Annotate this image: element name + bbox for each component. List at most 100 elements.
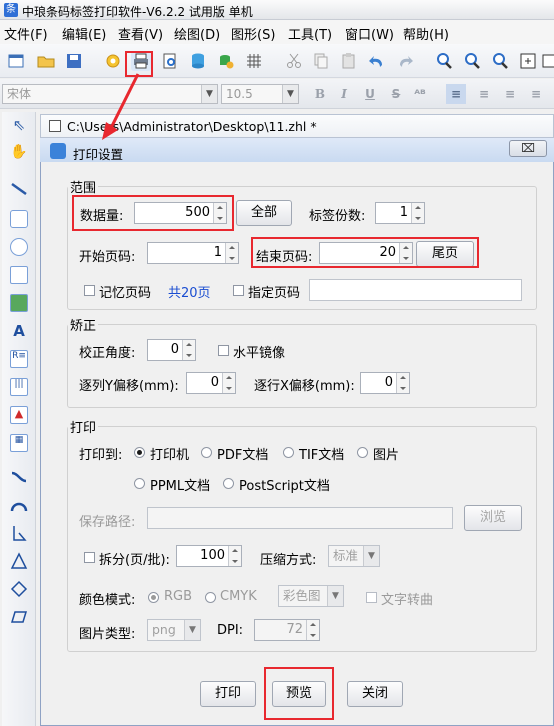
diamond-tool-icon[interactable] [10,580,28,598]
menu-shape[interactable]: 图形(S) [231,24,275,43]
close-button[interactable]: 关闭 [347,681,403,707]
polyline-tool-icon[interactable] [10,524,28,542]
arc-tool-icon[interactable] [10,496,28,514]
text-tool-icon[interactable]: A [10,322,28,340]
start-page-label: 开始页码: [79,250,136,265]
specify-page-checkbox[interactable] [233,285,244,296]
parallelogram-tool-icon[interactable] [10,608,28,626]
save-path-input[interactable] [147,507,453,529]
menu-file[interactable]: 文件(F) [4,24,48,43]
triangle-tool-icon[interactable] [10,552,28,570]
copy-icon[interactable] [311,51,331,71]
image-tool-icon[interactable] [10,294,28,312]
align-left-icon[interactable]: ≡ [446,84,466,104]
menubar: 文件(F) 编辑(E) 查看(V) 绘图(D) 图形(S) 工具(T) 窗口(W… [0,20,554,44]
polygon-tool-icon[interactable] [10,266,28,284]
target-printer-radio[interactable] [134,447,145,458]
app-logo-icon: 条 [4,3,18,17]
col-y-offset-label: 逐列Y偏移(mm): [79,379,179,394]
copies-spinner[interactable]: 1 [375,202,425,224]
menu-window[interactable]: 窗口(W) [345,24,394,43]
image-type-select[interactable]: png ▼ [147,619,201,641]
italic-button[interactable]: I [334,84,354,104]
paste-icon[interactable] [339,51,359,71]
cut-icon[interactable] [284,51,304,71]
menu-draw[interactable]: 绘图(D) [174,24,220,43]
menu-help[interactable]: 帮助(H) [403,24,449,43]
dpi-label: DPI: [217,623,244,638]
close-icon[interactable]: ⌧ [509,140,547,157]
image-type-label: 图片类型: [79,627,136,642]
target-postscript-radio[interactable] [223,478,234,489]
color-profile-select[interactable]: 彩色图 ▼ [278,585,344,607]
text-curve-checkbox[interactable] [366,592,377,603]
grid-icon[interactable] [244,51,264,71]
target-tif-radio[interactable] [283,447,294,458]
settings-gear-icon[interactable] [103,51,123,71]
pointer-tool-icon[interactable]: ⇖ [10,116,28,134]
curve-tool-icon[interactable] [10,468,28,486]
font-size-select[interactable]: 10.5 ▼ [221,84,299,104]
row-x-offset-spinner[interactable]: 0 [360,372,410,394]
color-rgb-radio[interactable] [148,592,159,603]
print-preview-icon[interactable] [160,51,180,71]
save-path-label: 保存路径: [79,515,136,530]
color-mode-label: 颜色模式: [79,593,136,608]
underline-button[interactable]: U [360,84,380,104]
mirror-checkbox[interactable] [218,345,229,356]
specify-page-input[interactable] [309,279,522,301]
redo-icon[interactable] [395,51,415,71]
undo-icon[interactable] [367,51,387,71]
total-pages-text: 共20页 [168,286,211,301]
ellipse-tool-icon[interactable] [10,238,28,256]
print-button[interactable]: 打印 [200,681,256,707]
rich-text-tool-icon[interactable]: R≡ [10,350,28,368]
remember-page-checkbox[interactable] [84,285,95,296]
zoom-in-icon[interactable] [434,51,454,71]
zoom-out-icon[interactable] [462,51,482,71]
database-settings-icon[interactable] [216,51,236,71]
rectangle-tool-icon[interactable] [10,210,28,228]
align-right-icon[interactable]: ≡ [500,84,520,104]
split-spinner[interactable]: 100 [176,545,242,567]
target-image-radio[interactable] [357,447,368,458]
pan-tool-icon[interactable]: ✋ [10,144,28,162]
target-ppml-radio[interactable] [134,478,145,489]
menu-tools[interactable]: 工具(T) [288,24,332,43]
start-page-spinner[interactable]: 1 [147,242,239,264]
align-justify-icon[interactable]: ≡ [526,84,546,104]
align-center-icon[interactable]: ≡ [474,84,494,104]
color-cmyk-radio[interactable] [205,592,216,603]
chevron-down-icon: ▼ [363,546,379,566]
target-pdf-radio[interactable] [201,447,212,458]
compression-select[interactable]: 标准 ▼ [328,545,380,567]
new-file-icon[interactable] [6,51,26,71]
strikethrough-button[interactable]: S [386,84,406,104]
split-label: 拆分(页/批): [99,553,170,568]
chevron-down-icon: ▼ [201,85,217,103]
zoom-fit-icon[interactable] [490,51,510,71]
text-style-icon[interactable]: ᴬᴮ [410,84,430,104]
all-button[interactable]: 全部 [236,200,292,226]
row-x-offset-label: 逐行X偏移(mm): [254,379,355,394]
open-folder-icon[interactable] [36,51,56,71]
angle-spinner[interactable]: 0 [147,339,196,361]
datamatrix-tool-icon[interactable]: ▦ [10,434,28,452]
barcode-tool-icon[interactable]: ||| [10,378,28,396]
menu-edit[interactable]: 编辑(E) [62,24,106,43]
chevron-down-icon: ▼ [282,85,298,103]
line-tool-icon[interactable] [10,180,28,198]
fit-page-icon[interactable] [518,51,538,71]
dpi-spinner[interactable]: 72 [254,619,320,641]
menu-view[interactable]: 查看(V) [118,24,163,43]
qrcode-tool-icon[interactable]: ▲ [10,406,28,424]
copies-label: 标签份数: [309,209,366,224]
col-y-offset-spinner[interactable]: 0 [186,372,236,394]
browse-button[interactable]: 浏览 [464,505,522,531]
save-icon[interactable] [64,51,84,71]
database-icon[interactable] [188,51,208,71]
split-checkbox[interactable] [84,552,95,563]
remember-page-label: 记忆页码 [99,286,152,301]
more-icon[interactable] [540,51,554,71]
bold-button[interactable]: B [310,84,330,104]
